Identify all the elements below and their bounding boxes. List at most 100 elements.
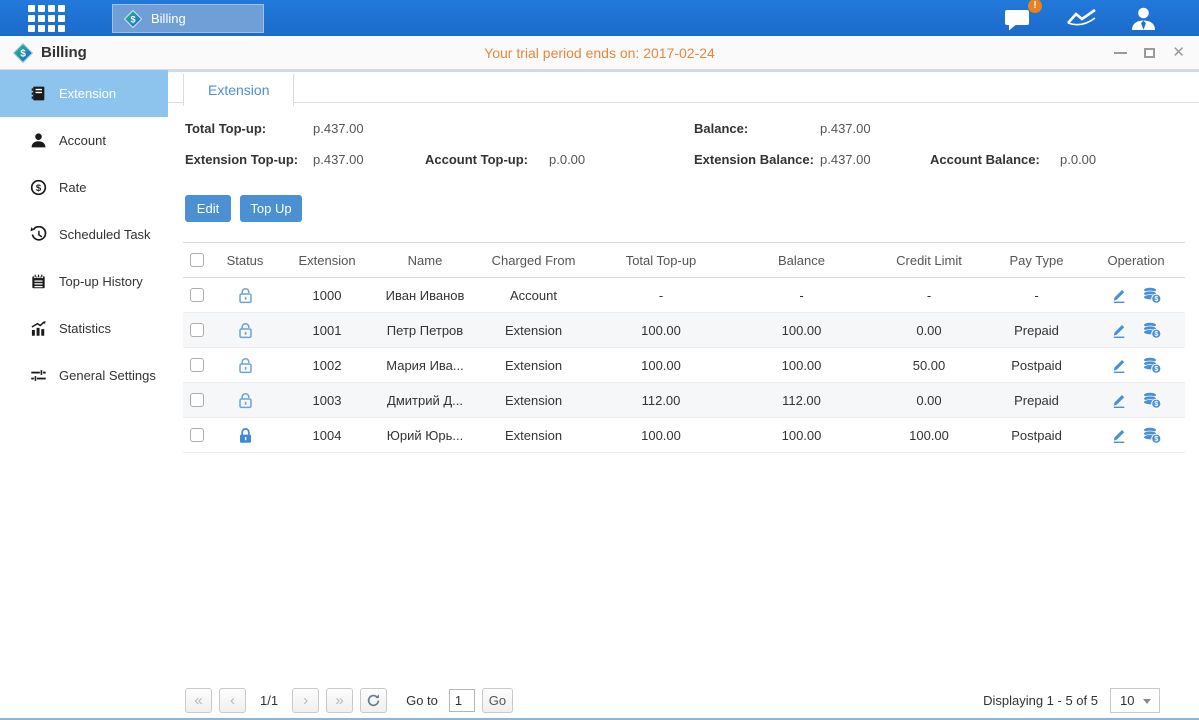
cell-credit-limit: 0.00 — [872, 383, 986, 418]
svg-text:$: $ — [36, 183, 42, 194]
cell-total-topup: 112.00 — [591, 383, 731, 418]
sidebar-item-label: Account — [59, 133, 106, 148]
topup-row-icon[interactable]: $ — [1142, 287, 1162, 304]
window-title: Billing — [41, 44, 87, 61]
first-page-button[interactable]: « — [185, 688, 212, 713]
sidebar-item-label: Top-up History — [59, 274, 143, 289]
select-all-checkbox[interactable] — [190, 253, 204, 267]
total-topup-label: Total Top-up: — [185, 121, 266, 136]
cell-total-topup: 100.00 — [591, 418, 731, 453]
unlocked-icon[interactable] — [238, 322, 253, 339]
unlocked-icon[interactable] — [238, 357, 253, 374]
edit-row-icon[interactable] — [1110, 426, 1128, 444]
go-button[interactable]: Go — [482, 688, 513, 713]
cell-credit-limit: 50.00 — [872, 348, 986, 383]
topup-row-icon[interactable]: $ — [1142, 357, 1162, 374]
svg-text:$: $ — [1154, 331, 1158, 338]
refresh-button[interactable] — [360, 688, 387, 713]
billing-diamond-icon: $ — [123, 9, 143, 29]
row-checkbox[interactable] — [190, 428, 204, 442]
apps-grid-icon[interactable] — [28, 5, 68, 32]
top-bar: $ Billing ! — [0, 0, 1199, 36]
cell-extension: 1003 — [280, 383, 374, 418]
col-credit-limit: Credit Limit — [872, 243, 986, 278]
sidebar-item-scheduled-task[interactable]: Scheduled Task — [0, 211, 168, 258]
cell-name: Мария Ива... — [374, 348, 476, 383]
row-checkbox[interactable] — [190, 358, 204, 372]
edit-button[interactable]: Edit — [185, 195, 231, 222]
cell-pay-type: Prepaid — [986, 313, 1087, 348]
cell-extension: 1000 — [280, 278, 374, 313]
sidebar-item-statistics[interactable]: Statistics — [0, 305, 168, 352]
sidebar-item-topup-history[interactable]: Top-up History — [0, 258, 168, 305]
maximize-icon[interactable] — [1144, 48, 1155, 58]
topup-row-icon[interactable]: $ — [1142, 322, 1162, 339]
account-topup-label: Account Top-up: — [425, 152, 528, 167]
topup-row-icon[interactable]: $ — [1142, 427, 1162, 444]
prev-page-button[interactable]: ‹ — [219, 688, 246, 713]
edit-row-icon[interactable] — [1110, 286, 1128, 304]
close-icon[interactable]: ✕ — [1172, 45, 1185, 60]
window-title-bar: Your trial period ends on: 2017-02-24 $ … — [0, 36, 1199, 70]
account-balance-label: Account Balance: — [930, 152, 1040, 167]
row-checkbox[interactable] — [190, 393, 204, 407]
sidebar-item-account[interactable]: Account — [0, 117, 168, 164]
cell-balance: 100.00 — [731, 313, 872, 348]
sidebar-item-general-settings[interactable]: General Settings — [0, 352, 168, 399]
sidebar-item-extension[interactable]: Extension — [0, 70, 168, 117]
next-page-button[interactable]: › — [292, 688, 319, 713]
balance-label: Balance: — [694, 121, 748, 136]
page-size-select[interactable]: 10 — [1110, 688, 1160, 713]
goto-page-input[interactable] — [449, 689, 475, 712]
minimize-icon[interactable] — [1114, 52, 1127, 54]
table-row: 1001 Петр Петров Extension 100.00 100.00… — [183, 313, 1185, 348]
cell-total-topup: 100.00 — [591, 313, 731, 348]
cell-charged-from: Extension — [476, 383, 591, 418]
tab-extension[interactable]: Extension — [183, 74, 294, 106]
cell-extension: 1002 — [280, 348, 374, 383]
col-extension: Extension — [280, 243, 374, 278]
extension-topup-label: Extension Top-up: — [185, 152, 298, 167]
last-page-button[interactable]: » — [326, 688, 353, 713]
top-up-button[interactable]: Top Up — [240, 195, 302, 222]
topbar-billing-tab[interactable]: $ Billing — [112, 4, 264, 33]
extension-balance-value: p.437.00 — [820, 152, 871, 167]
cell-total-topup: - — [591, 278, 731, 313]
balance-value: p.437.00 — [820, 121, 871, 136]
svg-text:$: $ — [1154, 366, 1158, 373]
monitor-graph-icon[interactable] — [1066, 6, 1098, 30]
edit-row-icon[interactable] — [1110, 391, 1128, 409]
row-checkbox[interactable] — [190, 323, 204, 337]
sidebar-item-label: Rate — [59, 180, 86, 195]
tab-strip: Extension — [168, 70, 1199, 103]
table-header-row: Status Extension Name Charged From Total… — [183, 243, 1185, 278]
cell-extension: 1004 — [280, 418, 374, 453]
extension-balance-label: Extension Balance: — [694, 152, 814, 167]
locked-icon[interactable] — [238, 427, 253, 444]
sidebar-item-rate[interactable]: $ Rate — [0, 164, 168, 211]
cell-total-topup: 100.00 — [591, 348, 731, 383]
messages-icon[interactable]: ! — [1004, 6, 1034, 31]
account-balance-value: p.0.00 — [1060, 152, 1096, 167]
edit-row-icon[interactable] — [1110, 321, 1128, 339]
row-checkbox[interactable] — [190, 288, 204, 302]
cell-pay-type: - — [986, 278, 1087, 313]
unlocked-icon[interactable] — [238, 392, 253, 409]
app-window: $ Billing ! — [0, 0, 1199, 720]
total-topup-value: p.437.00 — [313, 121, 364, 136]
sidebar: Extension Account $ Rate — [0, 70, 168, 718]
topup-row-icon[interactable]: $ — [1142, 392, 1162, 409]
cell-credit-limit: 100.00 — [872, 418, 986, 453]
user-account-icon[interactable] — [1130, 6, 1157, 31]
cell-charged-from: Extension — [476, 348, 591, 383]
table-row: 1002 Мария Ива... Extension 100.00 100.0… — [183, 348, 1185, 383]
svg-text:$: $ — [1154, 296, 1158, 303]
main-content: Extension Total Top-up: p.437.00 Balance… — [168, 70, 1199, 718]
cell-charged-from: Account — [476, 278, 591, 313]
cell-balance: 100.00 — [731, 348, 872, 383]
table-row: 1004 Юрий Юрь... Extension 100.00 100.00… — [183, 418, 1185, 453]
unlocked-icon[interactable] — [238, 287, 253, 304]
cell-extension: 1001 — [280, 313, 374, 348]
cell-credit-limit: - — [872, 278, 986, 313]
edit-row-icon[interactable] — [1110, 356, 1128, 374]
